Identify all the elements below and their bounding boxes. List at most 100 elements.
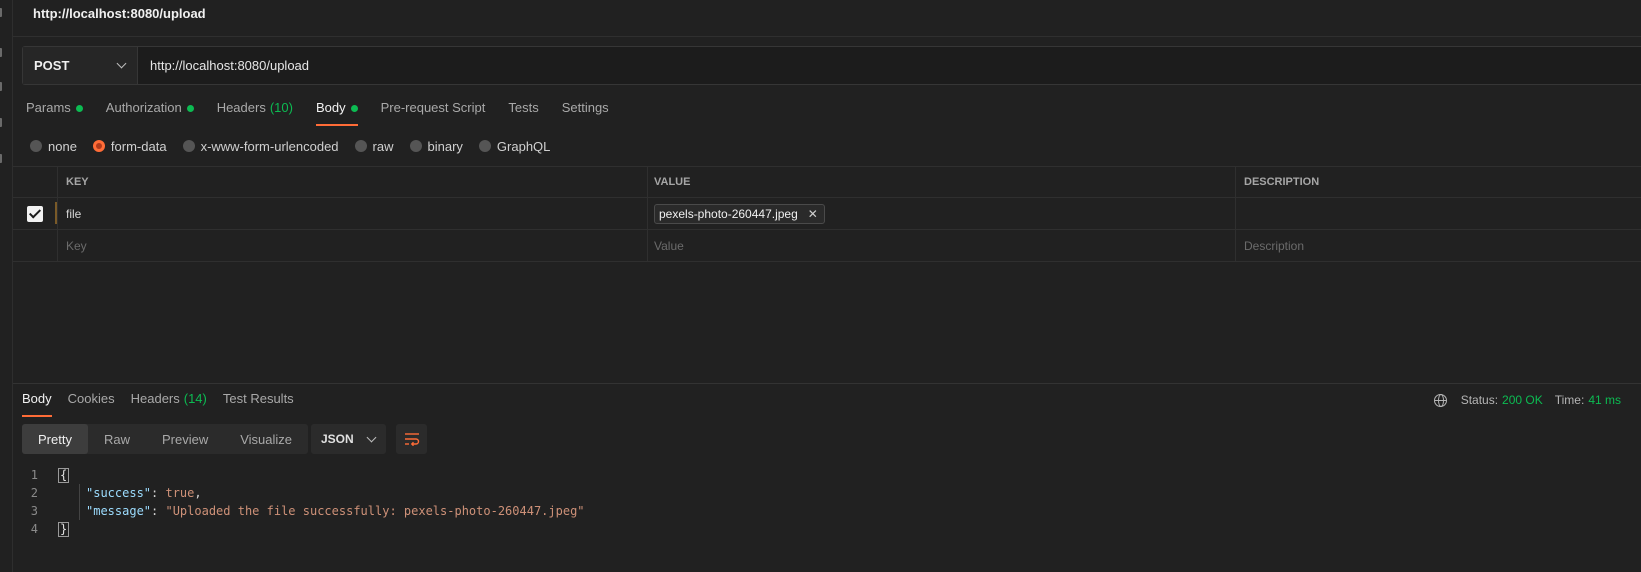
radio-circle-icon: [354, 140, 367, 152]
resp-tab-cookies[interactable]: Cookies: [68, 391, 115, 417]
tab-label: Pre-request Script: [380, 100, 486, 115]
table-row-empty: Key Value Description: [13, 230, 1641, 262]
code-key: "success": [86, 486, 152, 500]
row-select-cell: [13, 230, 58, 261]
tab-tests[interactable]: Tests: [508, 100, 538, 126]
tab-label: Tests: [508, 100, 539, 115]
time-value[interactable]: 41 ms: [1588, 393, 1621, 407]
resp-tab-headers[interactable]: Headers (14): [131, 391, 207, 417]
wrap-lines-icon: [404, 433, 419, 446]
body-type-radios: none form-data x-www-form-urlencoded raw…: [30, 138, 566, 154]
wrap-lines-button[interactable]: [396, 424, 427, 454]
response-divider[interactable]: [13, 383, 1641, 384]
table-header-key: KEY: [58, 167, 648, 197]
tab-label: Body: [315, 100, 346, 115]
line-number: 1: [30, 468, 38, 482]
view-visualize[interactable]: Visualize: [224, 424, 308, 454]
method-label: POST: [34, 58, 70, 73]
radio-none[interactable]: none: [30, 139, 77, 154]
response-meta: Status: 200 OK Time: 41 ms: [1433, 393, 1621, 407]
tab-headers[interactable]: Headers (10): [217, 100, 293, 126]
code-comma: ,: [194, 486, 202, 500]
table-header-select: [13, 167, 58, 197]
request-tabs: Params Authorization Headers (10) Body Pr…: [26, 100, 632, 126]
request-title-bar: http://localhost:8080/upload: [13, 0, 1641, 37]
response-tabs: Body Cookies Headers (14) Test Results: [22, 391, 310, 417]
sidebar-marker: [0, 118, 2, 127]
value-placeholder-cell[interactable]: Value: [648, 230, 1236, 261]
tab-label: Params: [26, 100, 71, 115]
table-header-row: KEY VALUE DESCRIPTION: [13, 166, 1641, 198]
tab-label: Headers: [216, 100, 266, 115]
form-data-table: KEY VALUE DESCRIPTION file pexels-photo-…: [13, 166, 1641, 262]
tab-label: Cookies: [67, 391, 115, 406]
file-chip: pexels-photo-260447.jpeg ✕: [654, 203, 825, 224]
tab-label: Authorization: [105, 100, 182, 115]
chevron-down-icon: [366, 432, 377, 442]
code-line: 2 "success": true,: [22, 484, 585, 502]
table-row: file pexels-photo-260447.jpeg ✕: [13, 198, 1641, 230]
globe-icon[interactable]: [1433, 393, 1447, 407]
row-description-cell[interactable]: [1236, 198, 1641, 229]
code-line: 3 "message": "Uploaded the file successf…: [22, 502, 585, 520]
status-badge[interactable]: 200 OK: [1502, 393, 1543, 407]
url-input[interactable]: [138, 47, 1641, 84]
tab-count: (10): [269, 100, 293, 115]
description-placeholder-cell[interactable]: Description: [1236, 230, 1641, 261]
chevron-down-icon: [116, 58, 127, 69]
tab-body[interactable]: Body: [315, 100, 358, 126]
tab-label: Settings: [561, 100, 609, 115]
row-checkbox[interactable]: [27, 205, 43, 222]
view-raw[interactable]: Raw: [88, 424, 146, 454]
radio-raw[interactable]: raw: [354, 138, 394, 154]
view-preview[interactable]: Preview: [146, 424, 224, 454]
table-header-value: VALUE: [648, 167, 1236, 197]
radio-form-data[interactable]: form-data: [92, 139, 167, 154]
radio-label: binary: [427, 138, 463, 154]
row-select-cell: [13, 198, 58, 229]
tab-authorization[interactable]: Authorization: [106, 100, 194, 126]
tab-params[interactable]: Params: [26, 100, 83, 126]
status-dot-icon: [186, 105, 194, 112]
radio-circle-icon: [478, 140, 491, 152]
radio-x-www-form-urlencoded[interactable]: x-www-form-urlencoded: [182, 139, 339, 154]
status-dot-icon: [350, 105, 358, 112]
code-value: true: [165, 486, 195, 500]
row-key: file: [66, 206, 82, 221]
request-url-bar: POST: [22, 46, 1641, 85]
code-close-brace: }: [58, 521, 70, 537]
code-open-brace: {: [58, 467, 70, 483]
view-pretty[interactable]: Pretty: [22, 424, 88, 454]
drag-handle[interactable]: [55, 202, 57, 224]
radio-label: GraphQL: [496, 138, 551, 154]
line-number: 3: [30, 504, 38, 518]
line-number: 2: [30, 486, 38, 500]
status-label: Status:: [1460, 393, 1499, 407]
key-placeholder-cell[interactable]: Key: [58, 230, 648, 261]
request-title[interactable]: http://localhost:8080/upload: [33, 6, 206, 21]
row-value-cell[interactable]: pexels-photo-260447.jpeg ✕: [648, 198, 1236, 229]
tab-label: Test Results: [222, 391, 294, 406]
indent-guide: [79, 484, 80, 520]
tab-count: (14): [183, 391, 207, 406]
close-icon[interactable]: ✕: [808, 207, 818, 221]
radio-binary[interactable]: binary: [409, 138, 463, 154]
tab-pre-request-script[interactable]: Pre-request Script: [381, 100, 486, 126]
radio-label: raw: [372, 138, 394, 154]
tab-label: Body: [22, 391, 52, 406]
code-value: "Uploaded the file successfully: pexels-…: [165, 504, 585, 518]
resp-tab-body[interactable]: Body: [22, 391, 52, 417]
method-select[interactable]: POST: [23, 47, 138, 84]
radio-circle-icon: [30, 140, 42, 152]
response-code[interactable]: 1 { 2 "success": true, 3 "message": "Upl…: [22, 466, 585, 538]
format-select[interactable]: JSON: [311, 424, 386, 454]
left-sidebar-strip: [0, 0, 13, 572]
radio-label: none: [48, 138, 77, 154]
resp-tab-test-results[interactable]: Test Results: [223, 391, 294, 417]
row-key-cell[interactable]: file: [58, 198, 648, 229]
code-line: 1 {: [22, 466, 585, 484]
sidebar-marker: [0, 82, 2, 91]
file-name: pexels-photo-260447.jpeg: [659, 206, 798, 221]
radio-graphql[interactable]: GraphQL: [478, 138, 551, 154]
tab-settings[interactable]: Settings: [562, 100, 609, 126]
